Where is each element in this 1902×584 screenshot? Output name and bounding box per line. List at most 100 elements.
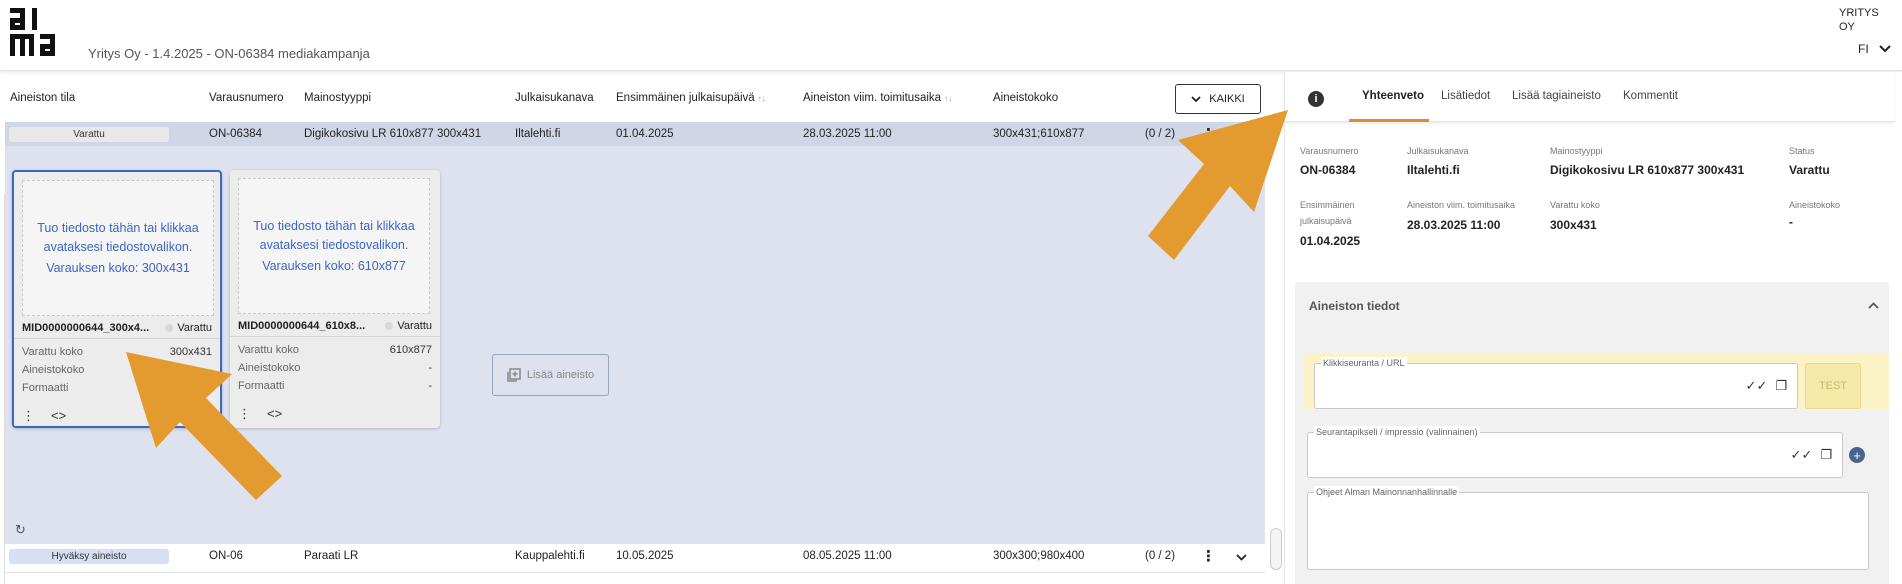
- table-header: Aineiston tila Varausnumero Mainostyyppi…: [0, 72, 1265, 122]
- row-deadline: 08.05.2025 11:00: [803, 550, 892, 562]
- file-dropzone[interactable]: Tuo tiedosto tähän tai klikkaa avatakses…: [238, 178, 430, 314]
- more-vert-icon[interactable]: ⋮: [22, 408, 35, 424]
- status-badge: Varattu: [9, 127, 169, 142]
- kv-label: Aineistokoko: [22, 364, 85, 376]
- divider: [230, 336, 440, 337]
- more-vert-icon[interactable]: ⋮: [1201, 547, 1216, 565]
- details-panel: i Yhteenveto Lisätiedot Lisää tagiaineis…: [1284, 72, 1902, 584]
- summary-first-date: 01.04.2025: [1300, 234, 1361, 248]
- company-name: YRITYS OY: [1839, 7, 1879, 33]
- summary-ad-type-label: Mainostyyppi: [1550, 146, 1603, 156]
- field-icons: ✓✓ ❐: [1791, 447, 1832, 463]
- summary-reserved-size-label: Varattu koko: [1550, 200, 1600, 210]
- summary-channel-label: Julkaisukanava: [1407, 146, 1469, 156]
- divider: [5, 572, 1265, 573]
- summary-status-label: Status: [1789, 146, 1815, 156]
- add-pixel-icon[interactable]: +: [1849, 447, 1865, 463]
- table-row[interactable]: Hyväksy aineisto ON-06 Paraati LR Kauppa…: [5, 544, 1265, 570]
- double-check-icon[interactable]: ✓✓: [1746, 378, 1768, 394]
- row-number: ON-06384: [209, 128, 263, 140]
- summary-material-size: -: [1789, 215, 1793, 229]
- kv-value: 610x877: [389, 344, 432, 356]
- col-size[interactable]: Aineistokoko: [993, 92, 1058, 104]
- col-first-date[interactable]: Ensimmäinen julkaisupäivä ↑↓: [616, 92, 766, 104]
- add-material-button[interactable]: Lisää aineisto: [492, 354, 609, 396]
- test-button[interactable]: TEST: [1805, 363, 1861, 409]
- field-icons: ✓✓ ❐: [1746, 378, 1787, 394]
- instructions-field[interactable]: Ohjeet Alman Mainonnanhallinnalle: [1307, 486, 1869, 570]
- summary-deadline: 28.03.2025 11:00: [1407, 218, 1501, 232]
- click-url-label: Klikkiseuranta / URL: [1321, 357, 1407, 369]
- card-status-label: Varattu: [397, 320, 432, 332]
- add-material-label: Lisää aineisto: [526, 369, 595, 381]
- row-first-date: 10.05.2025: [616, 550, 674, 562]
- tracking-pixel-label: Seurantapikseli / impressio (valinnainen…: [1314, 426, 1480, 438]
- card-actions: ⋮ <>: [22, 408, 66, 424]
- col-ad-type[interactable]: Mainostyyppi: [304, 92, 371, 104]
- file-dropzone[interactable]: Tuo tiedosto tähän tai klikkaa avatakses…: [22, 180, 214, 316]
- col-status[interactable]: Aineiston tila: [10, 92, 75, 104]
- summary-material-size-label: Aineistokoko: [1789, 200, 1841, 210]
- panel-resize-handle[interactable]: [1270, 528, 1282, 570]
- status-dot-icon: [165, 324, 174, 332]
- card-status: Varattu: [385, 320, 432, 332]
- double-check-icon[interactable]: ✓✓: [1791, 447, 1813, 463]
- summary-number: ON-06384: [1300, 163, 1356, 177]
- kv-value: -: [428, 362, 432, 374]
- summary-number-label: Varausnumero: [1300, 146, 1359, 156]
- chevron-down-icon: [1878, 45, 1891, 53]
- card-status: Varattu: [165, 322, 212, 334]
- col-deadline-label: Aineiston viim. toimitusaika: [803, 92, 942, 104]
- tab-comments[interactable]: Kommentit: [1623, 90, 1678, 102]
- label-line: Ensimmäinen: [1300, 200, 1355, 210]
- row-ad-type: Digikokosivu LR 610x877 300x431: [304, 128, 482, 140]
- tracking-pixel-field[interactable]: Seurantapikseli / impressio (valinnainen…: [1307, 426, 1843, 478]
- col-first-date-label: Ensimmäinen julkaisupäivä: [616, 92, 755, 104]
- col-deadline[interactable]: Aineiston viim. toimitusaika ↑↓: [803, 92, 952, 104]
- details-tabs: i Yhteenveto Lisätiedot Lisää tagiaineis…: [1285, 72, 1895, 122]
- dropzone-text-1: Tuo tiedosto tähän tai klikkaa: [253, 218, 415, 233]
- annotation-arrow-icon: [1148, 110, 1288, 260]
- refresh-icon[interactable]: ↻: [15, 522, 26, 538]
- kv-label: Varattu koko: [22, 346, 83, 358]
- add-library-icon: [507, 368, 521, 382]
- tab-add-tag[interactable]: Lisää tagiaineisto: [1512, 90, 1601, 102]
- kv-label: Formaatti: [22, 382, 69, 394]
- campaign-title: Yritys Oy - 1.4.2025 - ON-06384 mediakam…: [88, 46, 370, 61]
- instructions-label: Ohjeet Alman Mainonnanhallinnalle: [1314, 486, 1460, 498]
- copy-icon[interactable]: ❐: [1775, 378, 1787, 394]
- col-number[interactable]: Varausnumero: [209, 92, 284, 104]
- card-file-name: MID0000000644_300x4...: [22, 322, 150, 334]
- dropzone-text-2: avataksesi tiedostovalikon.: [43, 239, 193, 254]
- summary-first-date-label: Ensimmäinen julkaisupäivä: [1300, 199, 1355, 228]
- col-channel[interactable]: Julkaisukanava: [515, 92, 594, 104]
- card-file-name: MID0000000644_610x8...: [238, 320, 366, 332]
- row-number: ON-06: [209, 550, 243, 562]
- chevron-up-icon[interactable]: [1868, 298, 1879, 312]
- tab-summary[interactable]: Yhteenveto: [1362, 90, 1424, 102]
- click-url-field[interactable]: Klikkiseuranta / URL ✓✓ ❐: [1314, 357, 1798, 409]
- dropzone-size: Varauksen koko: 610x877: [262, 258, 406, 273]
- table-row[interactable]: Varattu ON-06384 Digikokosivu LR 610x877…: [5, 122, 1265, 146]
- dropzone-size: Varauksen koko: 300x431: [46, 260, 190, 275]
- card-status-label: Varattu: [177, 322, 212, 334]
- divider: [14, 338, 220, 339]
- row-channel: Kauppalehti.fi: [515, 550, 585, 562]
- row-deadline: 28.03.2025 11:00: [803, 128, 892, 140]
- row-size: 300x300;980x400: [993, 550, 1085, 562]
- code-icon[interactable]: <>: [51, 408, 66, 424]
- tab-details[interactable]: Lisätiedot: [1441, 90, 1490, 102]
- top-bar: Yritys Oy - 1.4.2025 - ON-06384 mediakam…: [0, 0, 1902, 71]
- language-selector[interactable]: FI: [1858, 42, 1891, 56]
- summary-status: Varattu: [1789, 163, 1830, 177]
- sort-icon: ↑↓: [757, 94, 766, 103]
- kv-value: -: [428, 380, 432, 392]
- active-tab-indicator: [1349, 119, 1429, 122]
- summary-reserved-size: 300x431: [1550, 218, 1597, 232]
- expand-chevron-icon[interactable]: [1236, 552, 1247, 564]
- summary-ad-type: Digikokosivu LR 610x877 300x431: [1550, 163, 1745, 177]
- info-icon[interactable]: i: [1308, 91, 1324, 107]
- summary-deadline-label: Aineiston viim. toimitusaika: [1407, 200, 1516, 210]
- copy-icon[interactable]: ❐: [1820, 447, 1832, 463]
- dropzone-text-1: Tuo tiedosto tähän tai klikkaa: [37, 220, 199, 235]
